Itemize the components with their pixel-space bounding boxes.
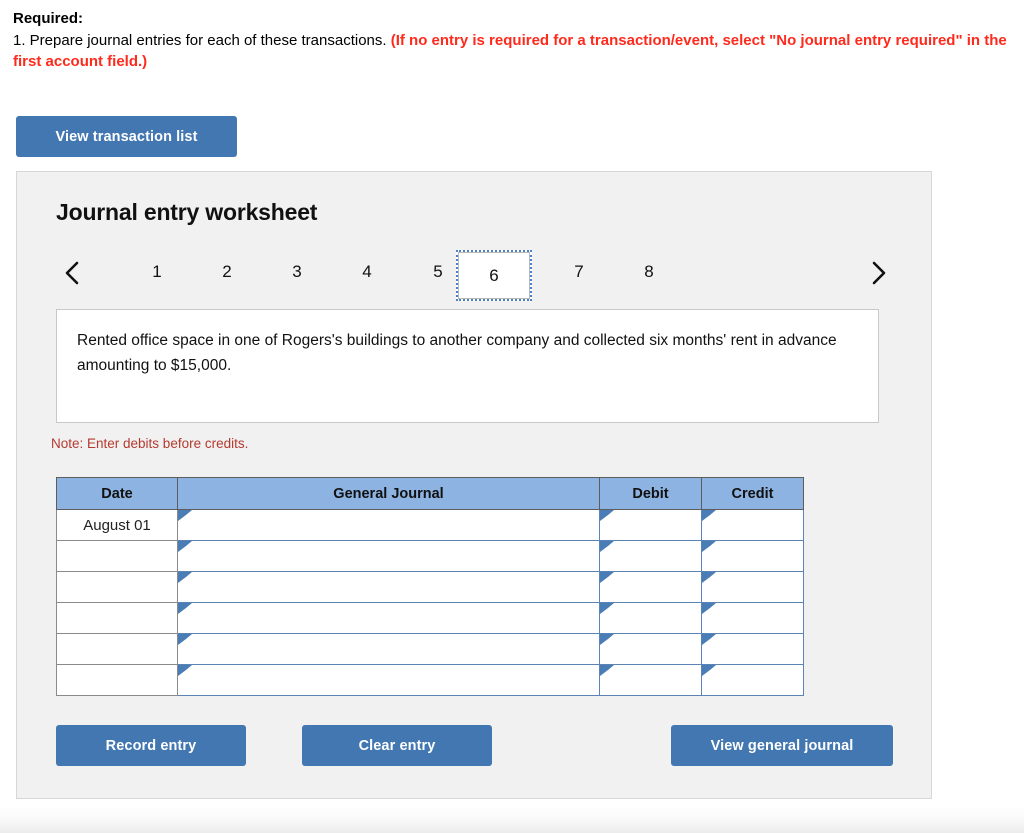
debits-before-credits-note: Note: Enter debits before credits. [51, 436, 249, 451]
worksheet-tab-6[interactable]: 6 [456, 250, 532, 301]
table-row [56, 633, 804, 665]
chevron-left-icon[interactable] [57, 258, 87, 288]
debit-cell[interactable] [599, 571, 702, 603]
credit-cell[interactable] [701, 571, 804, 603]
instruction-text: 1. Prepare journal entries for each of t… [13, 32, 391, 49]
dropdown-marker-icon [600, 572, 614, 583]
general-journal-cell[interactable] [177, 602, 600, 634]
worksheet-tab-7[interactable]: 7 [558, 252, 600, 292]
dropdown-marker-icon [702, 541, 716, 552]
table-row: August 01 [56, 509, 804, 541]
dropdown-marker-icon [600, 603, 614, 614]
dropdown-marker-icon [178, 572, 192, 583]
column-header-general-journal: General Journal [177, 477, 600, 510]
dropdown-marker-icon [178, 510, 192, 521]
dropdown-marker-icon [600, 665, 614, 676]
page-title: Journal entry worksheet [56, 199, 318, 225]
debit-input[interactable] [600, 634, 701, 664]
date-cell[interactable] [56, 602, 178, 634]
credit-input[interactable] [702, 603, 803, 633]
debit-cell[interactable] [599, 664, 702, 696]
worksheet-tab-bar: 1 2 3 4 5 6 7 8 [17, 244, 933, 302]
dropdown-marker-icon [600, 510, 614, 521]
view-transaction-list-button[interactable]: View transaction list [16, 116, 237, 157]
date-cell[interactable]: August 01 [56, 509, 178, 541]
debit-input[interactable] [600, 541, 701, 571]
dropdown-marker-icon [702, 634, 716, 645]
dropdown-marker-icon [178, 541, 192, 552]
column-header-credit: Credit [701, 477, 804, 510]
required-heading: Required: [13, 10, 84, 27]
page-root: Required: 1. Prepare journal entries for… [0, 0, 1024, 833]
dropdown-marker-icon [702, 665, 716, 676]
credit-cell[interactable] [701, 664, 804, 696]
worksheet-tab-1[interactable]: 1 [136, 252, 178, 292]
debit-input[interactable] [600, 603, 701, 633]
date-cell[interactable] [56, 664, 178, 696]
credit-input[interactable] [702, 665, 803, 695]
table-row [56, 602, 804, 634]
worksheet-tab-2[interactable]: 2 [206, 252, 248, 292]
general-journal-input[interactable] [178, 541, 599, 571]
page-bottom-gradient [0, 806, 1024, 833]
record-entry-button[interactable]: Record entry [56, 725, 246, 766]
worksheet-tab-5[interactable]: 5 [417, 252, 459, 292]
table-header-row: Date General Journal Debit Credit [56, 477, 804, 510]
dropdown-marker-icon [178, 603, 192, 614]
table-row [56, 540, 804, 572]
debit-cell[interactable] [599, 602, 702, 634]
date-cell[interactable] [56, 633, 178, 665]
credit-cell[interactable] [701, 540, 804, 572]
credit-cell[interactable] [701, 602, 804, 634]
general-journal-cell[interactable] [177, 571, 600, 603]
journal-entry-worksheet-panel: Journal entry worksheet 1 2 3 4 5 6 7 8 [16, 171, 932, 799]
general-journal-input[interactable] [178, 665, 599, 695]
instructions-block: Required: 1. Prepare journal entries for… [13, 8, 1013, 72]
worksheet-tab-4[interactable]: 4 [346, 252, 388, 292]
table-row [56, 571, 804, 603]
dropdown-marker-icon [178, 634, 192, 645]
date-cell[interactable] [56, 540, 178, 572]
debit-input[interactable] [600, 665, 701, 695]
debit-input[interactable] [600, 572, 701, 602]
dropdown-marker-icon [600, 634, 614, 645]
general-journal-input[interactable] [178, 603, 599, 633]
debit-input[interactable] [600, 510, 701, 540]
general-journal-cell[interactable] [177, 633, 600, 665]
credit-input[interactable] [702, 541, 803, 571]
debit-cell[interactable] [599, 509, 702, 541]
dropdown-marker-icon [702, 510, 716, 521]
dropdown-marker-icon [178, 665, 192, 676]
transaction-description-box: Rented office space in one of Rogers's b… [56, 309, 879, 423]
credit-cell[interactable] [701, 633, 804, 665]
date-cell[interactable] [56, 571, 178, 603]
credit-input[interactable] [702, 634, 803, 664]
table-row [56, 664, 804, 696]
view-general-journal-button[interactable]: View general journal [671, 725, 893, 766]
worksheet-tab-8[interactable]: 8 [628, 252, 670, 292]
dropdown-marker-icon [702, 572, 716, 583]
column-header-date: Date [56, 477, 178, 510]
general-journal-cell[interactable] [177, 509, 600, 541]
dropdown-marker-icon [600, 541, 614, 552]
dropdown-marker-icon [702, 603, 716, 614]
general-journal-cell[interactable] [177, 540, 600, 572]
clear-entry-button[interactable]: Clear entry [302, 725, 492, 766]
general-journal-input[interactable] [178, 634, 599, 664]
column-header-debit: Debit [599, 477, 702, 510]
debit-cell[interactable] [599, 633, 702, 665]
credit-cell[interactable] [701, 509, 804, 541]
journal-entry-table: Date General Journal Debit Credit August… [56, 477, 804, 696]
credit-input[interactable] [702, 510, 803, 540]
credit-input[interactable] [702, 572, 803, 602]
chevron-right-icon[interactable] [863, 258, 893, 288]
worksheet-tab-3[interactable]: 3 [276, 252, 318, 292]
debit-cell[interactable] [599, 540, 702, 572]
required-instruction-line: 1. Prepare journal entries for each of t… [13, 30, 1013, 72]
general-journal-input[interactable] [178, 572, 599, 602]
transaction-description-text: Rented office space in one of Rogers's b… [77, 332, 837, 374]
general-journal-input[interactable] [178, 510, 599, 540]
general-journal-cell[interactable] [177, 664, 600, 696]
